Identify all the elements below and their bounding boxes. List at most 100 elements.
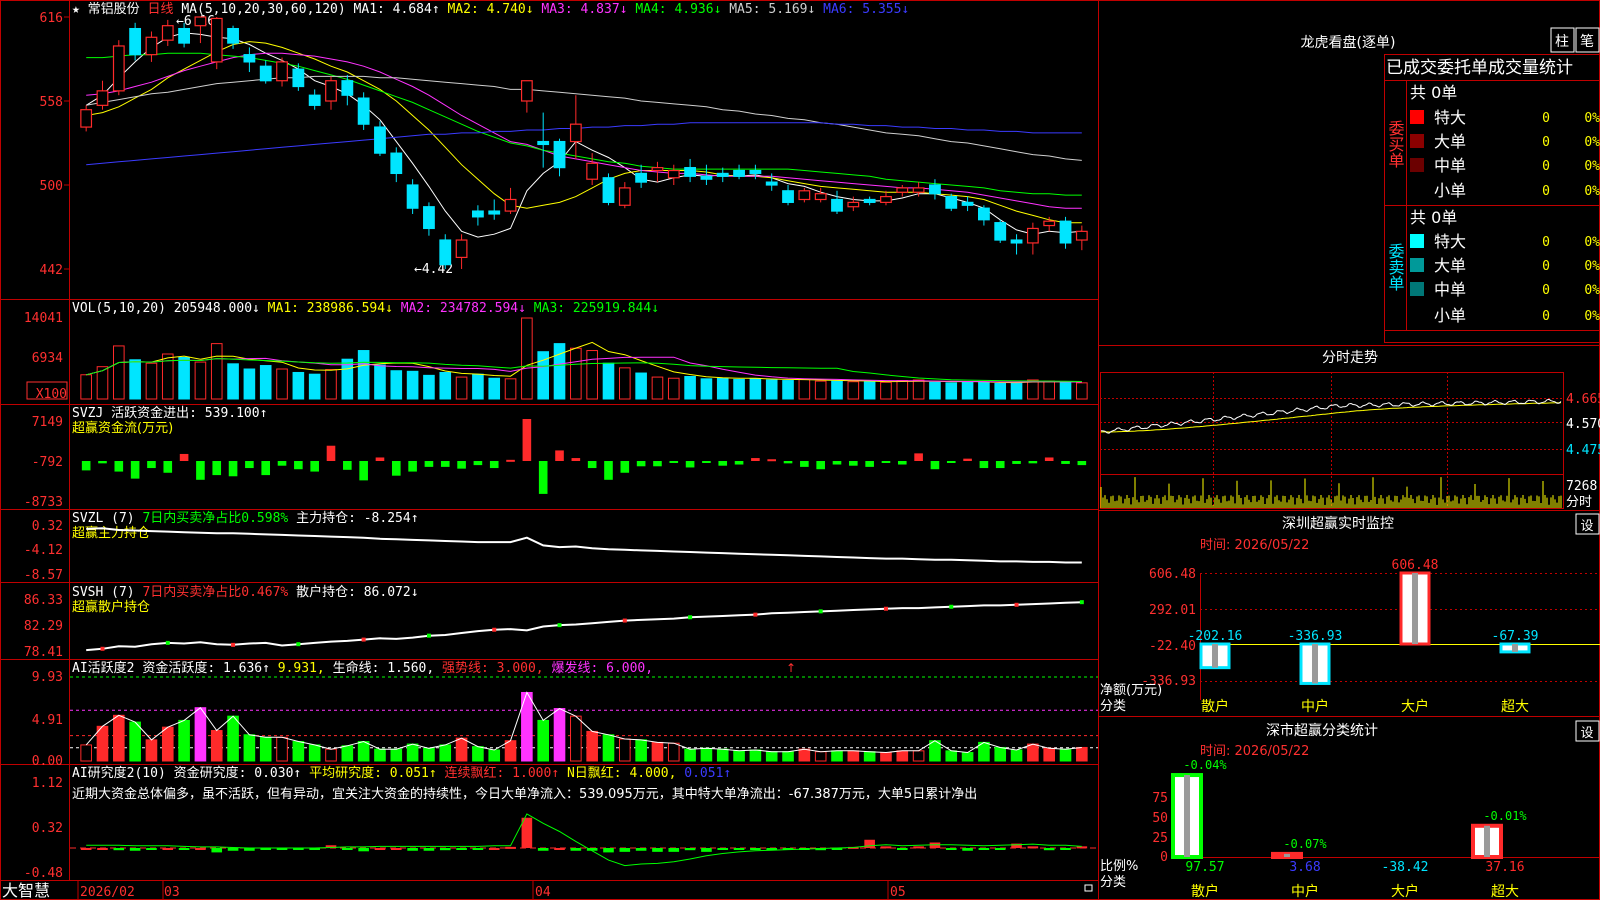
candle bbox=[374, 121, 386, 157]
volume-bar bbox=[243, 368, 256, 400]
brand-label: 大智慧 bbox=[2, 881, 50, 900]
sz-bar: 606.48 大户 bbox=[1392, 558, 1439, 715]
flow-bar bbox=[865, 461, 874, 467]
research-bar bbox=[97, 848, 108, 850]
ai2-l2: 平均研究度: 0.051↑ bbox=[309, 765, 437, 781]
candle bbox=[439, 234, 452, 269]
candle bbox=[520, 80, 533, 113]
research-bar bbox=[211, 848, 223, 853]
activity-bar bbox=[1076, 746, 1088, 762]
activity-bar bbox=[504, 740, 517, 762]
price-chart bbox=[80, 16, 1088, 269]
retail-holding-dot bbox=[753, 612, 758, 617]
flow-bar bbox=[832, 461, 842, 465]
activity-bar bbox=[586, 730, 598, 762]
svzl-tick: -4.12 bbox=[24, 543, 63, 558]
ai2-l5: 0.051↑ bbox=[684, 766, 731, 781]
lock-icon[interactable] bbox=[1084, 884, 1093, 892]
sz-unit-label: 净额(万元) bbox=[1100, 683, 1162, 698]
flow-bar bbox=[261, 461, 271, 476]
sell-m-swatch bbox=[1410, 282, 1424, 296]
candle bbox=[814, 187, 827, 203]
volume-bar bbox=[782, 380, 794, 400]
candle bbox=[227, 25, 239, 49]
sz-settings-label[interactable]: 设 bbox=[1580, 519, 1593, 534]
research-bar bbox=[717, 848, 729, 850]
candle bbox=[161, 19, 174, 46]
retail-holding-dot bbox=[231, 642, 236, 647]
candle-body bbox=[782, 190, 794, 203]
research-bar bbox=[701, 848, 712, 852]
sell-row-name: 大单 bbox=[1434, 256, 1466, 275]
stock-name: 常铝股份 bbox=[88, 2, 140, 17]
ss-bar: -0.07% 3.68 中户 bbox=[1271, 837, 1327, 900]
ai2-axis: 1.12 0.32 -0.48 bbox=[24, 776, 63, 881]
candle bbox=[112, 40, 125, 96]
candle-body bbox=[667, 169, 680, 179]
flow-bar bbox=[571, 458, 581, 461]
flow-bar bbox=[718, 461, 728, 466]
sz-time: 时间: 2026/05/22 bbox=[1200, 538, 1309, 553]
candle bbox=[798, 187, 811, 203]
volume-bar bbox=[553, 343, 566, 400]
flow-bar bbox=[277, 461, 287, 466]
candle bbox=[1026, 222, 1039, 255]
flow-bar bbox=[555, 450, 564, 461]
column-view-label[interactable]: 柱 bbox=[1555, 34, 1569, 50]
volume-bar bbox=[145, 362, 158, 400]
ai2-tick: -0.48 bbox=[24, 866, 63, 881]
candle-body bbox=[471, 210, 484, 218]
star-icon[interactable]: ★ bbox=[72, 2, 80, 17]
ai2-legend: AI研究度2(10) 资金研究度: 0.030↑ 平均研究度: 0.051↑ 连… bbox=[72, 765, 731, 781]
date-label: 2026/02 bbox=[80, 885, 135, 900]
ss-settings-label[interactable]: 设 bbox=[1580, 726, 1593, 741]
candle-body bbox=[618, 187, 631, 206]
buy-row-pct: 0% bbox=[1584, 184, 1600, 199]
ma6-value: MA6: 5.355↓ bbox=[823, 2, 909, 17]
volume-bar bbox=[472, 373, 484, 400]
sz-bar-value: -67.39 bbox=[1492, 629, 1539, 644]
period-label[interactable]: 日线 bbox=[148, 2, 174, 17]
volume-bar bbox=[929, 381, 941, 400]
volume-bar bbox=[847, 381, 860, 400]
volume-bar bbox=[1043, 380, 1055, 400]
research-bar bbox=[896, 848, 908, 850]
retail-holding-dot bbox=[688, 615, 693, 620]
price-tick: 616 bbox=[40, 11, 63, 26]
candle-body bbox=[243, 54, 256, 63]
activity-bar bbox=[455, 737, 468, 762]
flow-bar bbox=[489, 461, 499, 469]
activity-bar bbox=[178, 719, 190, 762]
volume-bar bbox=[455, 376, 468, 400]
candle bbox=[259, 60, 272, 84]
candle-body bbox=[569, 123, 582, 143]
research-bar bbox=[1060, 848, 1071, 850]
sz-bar: -336.93 中户 bbox=[1288, 629, 1343, 715]
svzl-tick: -8.57 bbox=[24, 568, 63, 583]
flow-bar bbox=[1077, 461, 1087, 466]
buy-row-pct: 0% bbox=[1584, 135, 1600, 150]
ma-line-ma5 bbox=[86, 75, 1082, 161]
flow-bar bbox=[995, 461, 1005, 469]
activity-bar bbox=[357, 741, 370, 762]
ss-title: 深市超赢分类统计 bbox=[1266, 722, 1378, 739]
tick-view-label[interactable]: 笔 bbox=[1580, 34, 1594, 50]
flow-bar bbox=[669, 461, 679, 463]
volume-bar bbox=[308, 373, 321, 400]
svzj-title: SVZJ bbox=[72, 406, 103, 421]
candle-body bbox=[831, 198, 843, 212]
svsh-axis: 86.33 82.29 78.41 bbox=[24, 593, 63, 660]
sz-axis: 606.48 292.01 -22.40 -336.93 bbox=[1141, 567, 1196, 689]
activity-bar bbox=[619, 738, 631, 762]
vol-unit: X100 bbox=[36, 387, 67, 402]
activity-bar bbox=[390, 748, 403, 762]
flow-bar bbox=[636, 461, 646, 467]
flow-bar bbox=[538, 461, 548, 494]
candle bbox=[341, 74, 354, 106]
research-bar bbox=[994, 848, 1006, 850]
sell-row-val: 0 bbox=[1542, 283, 1550, 298]
flow-bar bbox=[604, 461, 613, 480]
research-bar bbox=[439, 848, 451, 851]
svzl-chart bbox=[86, 527, 1082, 564]
candle-body bbox=[749, 169, 762, 175]
